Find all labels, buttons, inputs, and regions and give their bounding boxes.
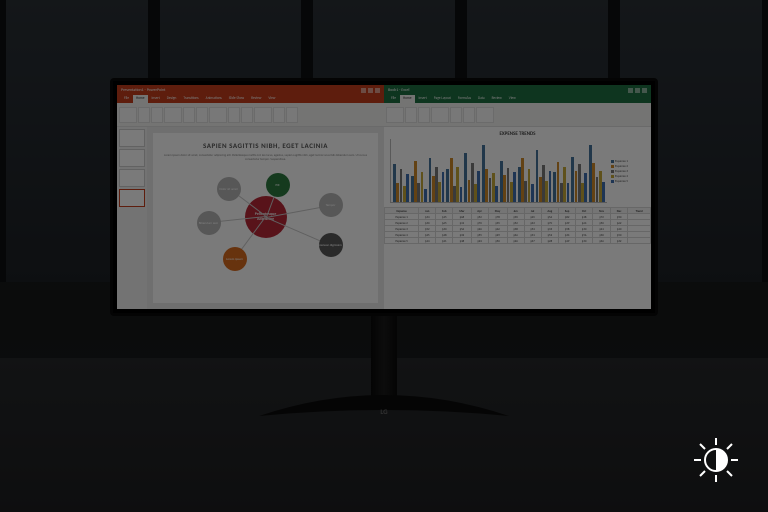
ribbon-button[interactable] (450, 107, 462, 123)
ribbon-tab[interactable]: Data (475, 95, 488, 103)
ribbon-tab[interactable]: Insert (416, 95, 430, 103)
ribbon-button[interactable] (241, 107, 253, 123)
table-row[interactable]: Expense 5$44$21$48$24$50$26$47$28$49$30$… (385, 238, 651, 244)
excel-app: Book1 - Excel FileHomeInsertPage LayoutF… (384, 85, 651, 309)
ribbon-button[interactable] (463, 107, 475, 123)
brightness-icon[interactable] (690, 434, 742, 486)
ribbon-tab[interactable]: View (265, 95, 278, 103)
xls-body: EXPENSE TRENDS Expense 1Expense 2Expense… (384, 127, 651, 309)
legend-item: Expense 3 (611, 169, 645, 173)
ppt-ribbon[interactable] (117, 103, 384, 127)
ppt-title: Presentation1 - PowerPoint (121, 88, 165, 93)
thumbnail[interactable] (119, 129, 145, 147)
ribbon-tab[interactable]: Insert (149, 95, 163, 103)
thumbnail[interactable] (119, 149, 145, 167)
chart-legend: Expense 1Expense 2Expense 3Expense 4Expe… (611, 139, 645, 203)
ribbon-tab[interactable]: Formulas (455, 95, 474, 103)
legend-item: Expense 1 (611, 159, 645, 163)
ribbon-button[interactable] (164, 107, 182, 123)
legend-item: Expense 5 (611, 179, 645, 183)
ribbon-button[interactable] (418, 107, 430, 123)
ribbon-tab[interactable]: Home (400, 95, 415, 103)
ribbon-tab[interactable]: Design (164, 95, 180, 103)
xls-titlebar: Book1 - Excel (384, 85, 651, 95)
chart-area[interactable]: EXPENSE TRENDS Expense 1Expense 2Expense… (384, 127, 651, 207)
ribbon-button[interactable] (228, 107, 240, 123)
xls-ribbon-tabs[interactable]: FileHomeInsertPage LayoutFormulasDataRev… (384, 95, 651, 103)
ribbon-tab[interactable]: File (388, 95, 399, 103)
slide-body: Lorem ipsum dolor sit amet, consectetur … (163, 153, 368, 161)
ppt-titlebar: Presentation1 - PowerPoint (117, 85, 384, 95)
ribbon-tab[interactable]: Review (248, 95, 264, 103)
mindmap-node: Dolor sit amet (217, 177, 241, 201)
mindmap: Pellentesque Adipiscing ElitTemporAenean… (191, 167, 341, 267)
ribbon-button[interactable] (138, 107, 150, 123)
ribbon-button[interactable] (209, 107, 227, 123)
monitor-screen: Presentation1 - PowerPoint FileHomeInser… (117, 85, 651, 309)
ribbon-tab[interactable]: Slide Show (226, 95, 247, 103)
slide-canvas[interactable]: SAPIEN SAGITTIS NIBH, EGET LACINIA Lorem… (153, 133, 378, 303)
ribbon-button[interactable] (405, 107, 417, 123)
mindmap-node: Lorem ipsum (223, 247, 247, 271)
mindmap-node: Tempor (319, 193, 343, 217)
legend-item: Expense 2 (611, 164, 645, 168)
ribbon-button[interactable] (431, 107, 449, 123)
monitor-stand-neck (371, 316, 397, 396)
chart-title: EXPENSE TRENDS (390, 131, 645, 137)
ribbon-button[interactable] (254, 107, 272, 123)
ppt-body: SAPIEN SAGITTIS NIBH, EGET LACINIA Lorem… (117, 127, 384, 309)
xls-ribbon[interactable] (384, 103, 651, 127)
mindmap-node: Elit (266, 173, 290, 197)
slide-title: SAPIEN SAGITTIS NIBH, EGET LACINIA (203, 141, 328, 150)
ribbon-tab[interactable]: Review (489, 95, 505, 103)
ribbon-button[interactable] (386, 107, 404, 123)
monitor: Presentation1 - PowerPoint FileHomeInser… (110, 78, 658, 418)
xls-window-controls[interactable] (628, 88, 647, 93)
slide-thumbnails[interactable] (117, 127, 147, 309)
data-table[interactable]: ExpenseJanFebMarAprMayJunJulAugSepOctNov… (384, 207, 651, 244)
ribbon-tab[interactable]: Animations (203, 95, 225, 103)
ribbon-tab[interactable]: Page Layout (431, 95, 454, 103)
ribbon-button[interactable] (286, 107, 298, 123)
ribbon-tab[interactable]: File (121, 95, 132, 103)
ribbon-tab[interactable]: Transitions (180, 95, 201, 103)
ribbon-button[interactable] (183, 107, 195, 123)
ribbon-button[interactable] (196, 107, 208, 123)
xls-title: Book1 - Excel (388, 88, 409, 93)
spreadsheet-grid[interactable]: ExpenseJanFebMarAprMayJunJulAugSepOctNov… (384, 207, 651, 309)
chart-plot (390, 139, 607, 203)
monitor-bezel: Presentation1 - PowerPoint FileHomeInser… (110, 78, 658, 316)
ribbon-button[interactable] (476, 107, 494, 123)
mindmap-node: Bibendum sem (197, 211, 221, 235)
ribbon-button[interactable] (273, 107, 285, 123)
monitor-brand-logo: LG (380, 407, 387, 416)
powerpoint-app: Presentation1 - PowerPoint FileHomeInser… (117, 85, 384, 309)
legend-item: Expense 4 (611, 174, 645, 178)
ppt-ribbon-tabs[interactable]: FileHomeInsertDesignTransitionsAnimation… (117, 95, 384, 103)
ppt-window-controls[interactable] (361, 88, 380, 93)
mindmap-node: Aenean dignissim (319, 233, 343, 257)
ribbon-button[interactable] (119, 107, 137, 123)
thumbnail-selected[interactable] (119, 189, 145, 207)
thumbnail[interactable] (119, 169, 145, 187)
ribbon-button[interactable] (151, 107, 163, 123)
ribbon-tab[interactable]: Home (133, 95, 148, 103)
ribbon-tab[interactable]: View (506, 95, 519, 103)
